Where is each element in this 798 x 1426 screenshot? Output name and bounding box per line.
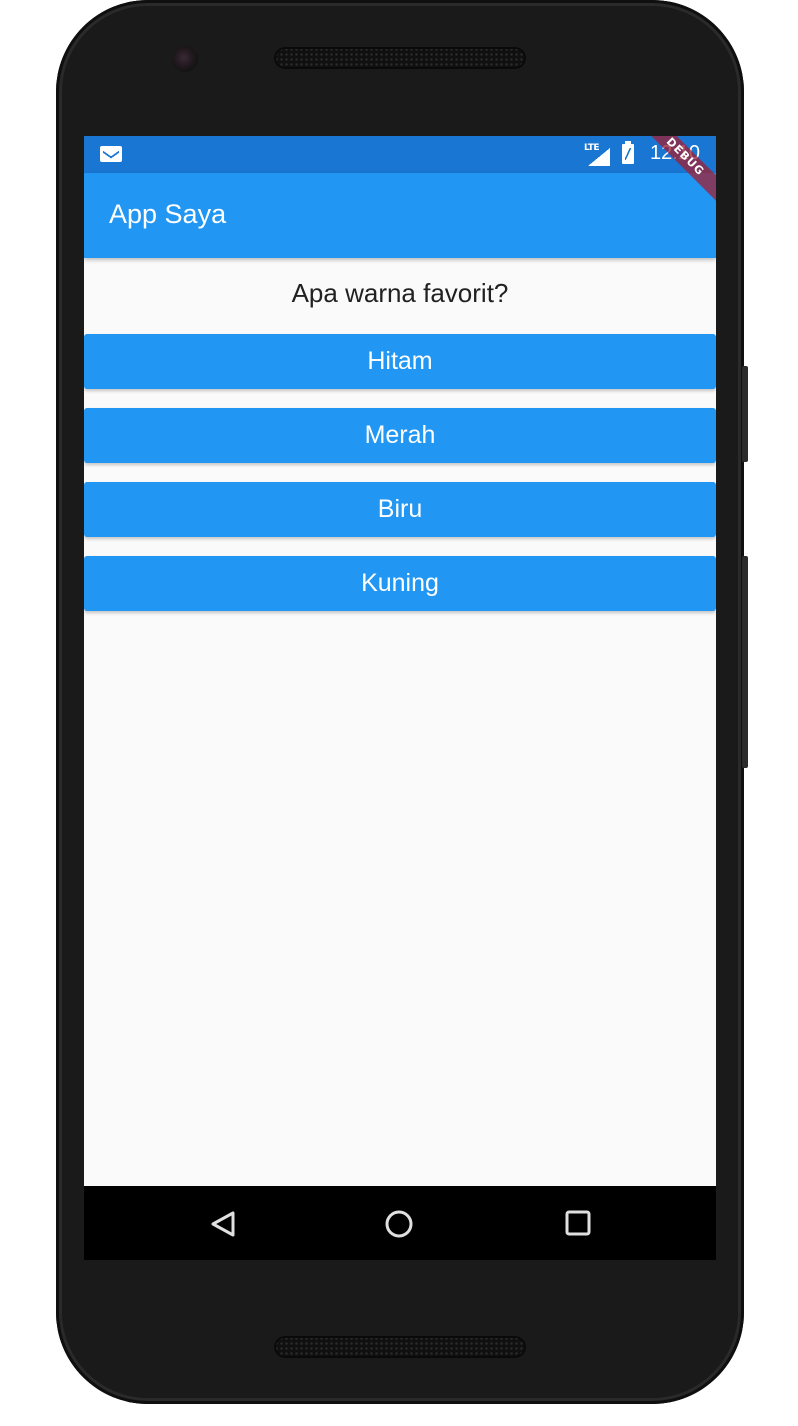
battery-charging-icon xyxy=(622,141,634,164)
question-text: Apa warna favorit? xyxy=(291,278,509,308)
power-button xyxy=(742,556,748,768)
answer-button-hitam[interactable]: Hitam xyxy=(84,334,716,389)
gmail-icon xyxy=(100,146,122,162)
signal-icon xyxy=(588,148,610,166)
answer-button-merah[interactable]: Merah xyxy=(84,408,716,463)
recents-icon[interactable] xyxy=(565,1210,591,1236)
navigation-bar xyxy=(84,1186,716,1260)
top-speaker xyxy=(274,47,526,69)
home-icon[interactable] xyxy=(384,1210,414,1240)
answer-button-kuning[interactable]: Kuning xyxy=(84,556,716,611)
phone-screen: LTE 12:10 DEBUG App Saya Apa warna favor… xyxy=(84,136,716,1260)
status-bar: LTE 12:10 xyxy=(84,136,716,173)
volume-button xyxy=(742,366,748,462)
bottom-speaker xyxy=(274,1336,526,1358)
answer-button-biru[interactable]: Biru xyxy=(84,482,716,537)
app-title: App Saya xyxy=(109,199,227,229)
front-camera xyxy=(172,46,198,72)
app-bar: App Saya xyxy=(84,173,716,258)
back-icon[interactable] xyxy=(210,1210,236,1238)
